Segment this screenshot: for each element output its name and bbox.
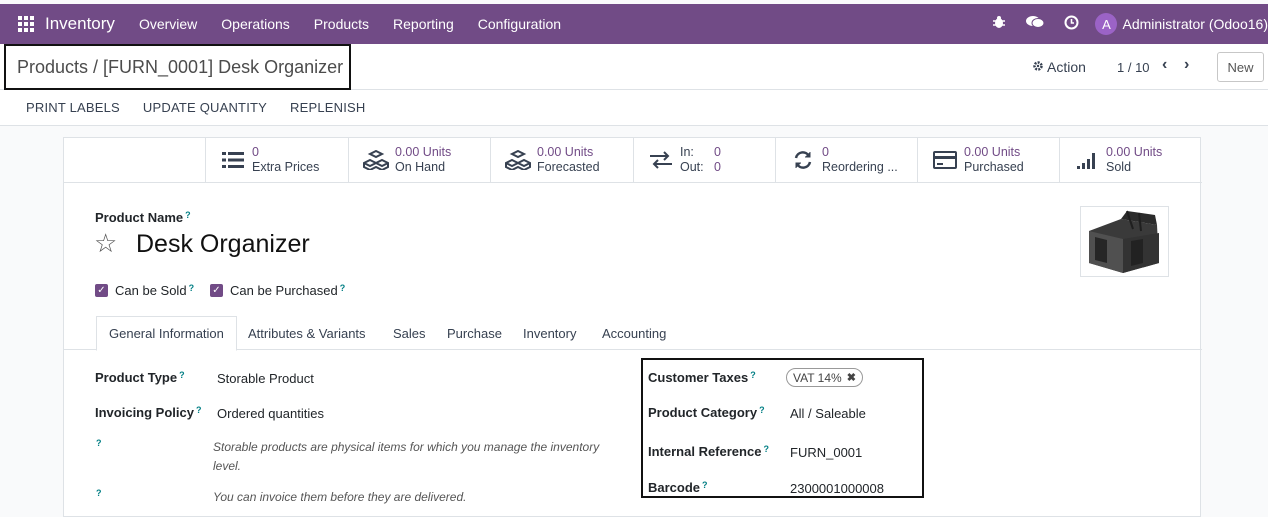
check-icon: ✓ bbox=[210, 284, 223, 297]
tab-general-information[interactable]: General Information bbox=[96, 316, 237, 351]
refresh-icon bbox=[790, 149, 816, 171]
storable-help-text: Storable products are physical items for… bbox=[213, 440, 600, 473]
on-hand-label: On Hand bbox=[395, 160, 446, 174]
top-navbar: Inventory Overview Operations Products R… bbox=[0, 4, 1268, 44]
vat-tag-label: VAT 14% bbox=[793, 370, 842, 385]
internal-reference-label: Internal Reference? bbox=[648, 444, 769, 459]
extra-prices-value: 0 bbox=[252, 145, 259, 159]
forecasted-value: 0.00 Units bbox=[537, 145, 594, 159]
check-icon: ✓ bbox=[95, 284, 108, 297]
sold-button[interactable]: 0.00 Units Sold bbox=[1059, 138, 1202, 182]
exchange-icon bbox=[648, 149, 674, 171]
out-value: 0 bbox=[714, 160, 721, 174]
user-name[interactable]: Administrator (Odoo16) bbox=[1122, 16, 1268, 32]
signal-icon bbox=[1074, 149, 1100, 171]
breadcrumb[interactable]: Products / [FURN_0001] Desk Organizer bbox=[4, 44, 351, 90]
new-button[interactable]: New bbox=[1217, 52, 1264, 82]
forecasted-label: Forecasted bbox=[537, 160, 600, 174]
smart-buttons-bar: 0 Extra Prices 0.00 Units On Hand 0.00 Uni… bbox=[64, 138, 1202, 183]
menu-operations[interactable]: Operations bbox=[221, 16, 289, 32]
out-label: Out: bbox=[680, 160, 704, 174]
update-quantity-button[interactable]: UPDATE QUANTITY bbox=[143, 100, 267, 115]
on-hand-value: 0.00 Units bbox=[395, 145, 452, 159]
on-hand-button[interactable]: 0.00 Units On Hand bbox=[348, 138, 490, 182]
print-labels-button[interactable]: PRINT LABELS bbox=[26, 100, 120, 115]
tab-purchase[interactable]: Purchase bbox=[435, 316, 514, 350]
customer-taxes-label: Customer Taxes? bbox=[648, 370, 756, 385]
help-tooltip-icon[interactable]: ? bbox=[185, 210, 191, 220]
cubes-icon bbox=[505, 149, 531, 171]
product-category-field[interactable]: All / Saleable bbox=[790, 406, 866, 421]
help-tooltip-icon[interactable]: ? bbox=[340, 283, 346, 293]
product-category-label: Product Category? bbox=[648, 405, 765, 420]
product-image[interactable] bbox=[1080, 206, 1169, 277]
chat-icon[interactable] bbox=[1026, 15, 1045, 33]
invoice-help-text: You can invoice them before they are del… bbox=[213, 490, 467, 504]
reordering-label: Reordering ... bbox=[822, 160, 898, 174]
internal-reference-field[interactable]: FURN_0001 bbox=[790, 445, 862, 460]
menu-reporting[interactable]: Reporting bbox=[393, 16, 454, 32]
sold-value: 0.00 Units bbox=[1106, 145, 1163, 159]
extra-prices-button[interactable]: 0 Extra Prices bbox=[205, 138, 348, 182]
menu-overview[interactable]: Overview bbox=[139, 16, 197, 32]
help-tooltip-icon[interactable]: ? bbox=[96, 488, 102, 498]
extra-prices-label: Extra Prices bbox=[252, 160, 320, 174]
product-name-label: Product Name? bbox=[95, 210, 191, 225]
form-tabs: General Information Attributes & Variant… bbox=[64, 316, 1202, 351]
tab-attributes-variants[interactable]: Attributes & Variants bbox=[236, 316, 378, 350]
barcode-label: Barcode? bbox=[648, 480, 708, 495]
can-be-purchased-checkbox[interactable]: ✓ Can be Purchased? bbox=[210, 283, 345, 298]
credit-card-icon bbox=[932, 149, 958, 171]
tab-sales[interactable]: Sales bbox=[381, 316, 438, 350]
invoicing-policy-field[interactable]: Ordered quantities bbox=[217, 406, 324, 421]
sold-label: Sold bbox=[1106, 160, 1132, 174]
in-out-button[interactable]: In: 0 Out: 0 bbox=[633, 138, 775, 182]
reordering-button[interactable]: 0 Reordering ... bbox=[775, 138, 917, 182]
can-be-sold-label: Can be Sold bbox=[115, 283, 187, 298]
bug-icon[interactable] bbox=[992, 15, 1006, 33]
replenish-button[interactable]: REPLENISH bbox=[290, 100, 366, 115]
control-panel: Products / [FURN_0001] Desk Organizer Ac… bbox=[0, 44, 1268, 90]
action-button[interactable]: Action bbox=[1032, 59, 1086, 75]
vat-tag[interactable]: VAT 14% ✖ bbox=[786, 368, 863, 387]
product-name-field[interactable]: Desk Organizer bbox=[136, 230, 310, 259]
menu-products[interactable]: Products bbox=[314, 16, 369, 32]
product-type-label: Product Type? bbox=[95, 370, 185, 385]
pager-value[interactable]: 1 / 10 bbox=[1117, 60, 1150, 75]
help-tooltip-icon[interactable]: ? bbox=[96, 438, 102, 448]
help-tooltip-icon[interactable]: ? bbox=[189, 283, 195, 293]
in-label: In: bbox=[680, 145, 694, 159]
tab-accounting[interactable]: Accounting bbox=[590, 316, 678, 350]
product-type-field[interactable]: Storable Product bbox=[217, 371, 314, 386]
chevron-left-icon[interactable]: ‹ bbox=[1162, 56, 1167, 74]
purchased-label: Purchased bbox=[964, 160, 1024, 174]
menu-configuration[interactable]: Configuration bbox=[478, 16, 561, 32]
invoicing-policy-label: Invoicing Policy? bbox=[95, 405, 202, 420]
barcode-field[interactable]: 2300001000008 bbox=[790, 481, 884, 496]
clock-icon[interactable] bbox=[1064, 15, 1079, 34]
chevron-right-icon[interactable]: › bbox=[1184, 56, 1189, 74]
can-be-purchased-label: Can be Purchased bbox=[230, 283, 338, 298]
purchased-value: 0.00 Units bbox=[964, 145, 1021, 159]
cubes-icon bbox=[363, 149, 389, 171]
gear-icon bbox=[1032, 59, 1044, 75]
tab-inventory[interactable]: Inventory bbox=[511, 316, 588, 350]
app-menu-icon[interactable] bbox=[18, 16, 34, 32]
star-icon[interactable]: ☆ bbox=[94, 228, 117, 259]
can-be-sold-checkbox[interactable]: ✓ Can be Sold? bbox=[95, 283, 194, 298]
status-bar: PRINT LABELS UPDATE QUANTITY REPLENISH bbox=[0, 90, 1268, 126]
list-icon bbox=[220, 149, 246, 171]
in-value: 0 bbox=[714, 145, 721, 159]
app-title[interactable]: Inventory bbox=[45, 14, 115, 34]
avatar[interactable]: A bbox=[1095, 13, 1118, 35]
close-icon[interactable]: ✖ bbox=[847, 371, 856, 384]
action-label: Action bbox=[1047, 59, 1086, 75]
reordering-value: 0 bbox=[822, 145, 829, 159]
purchased-button[interactable]: 0.00 Units Purchased bbox=[917, 138, 1059, 182]
forecasted-button[interactable]: 0.00 Units Forecasted bbox=[490, 138, 633, 182]
